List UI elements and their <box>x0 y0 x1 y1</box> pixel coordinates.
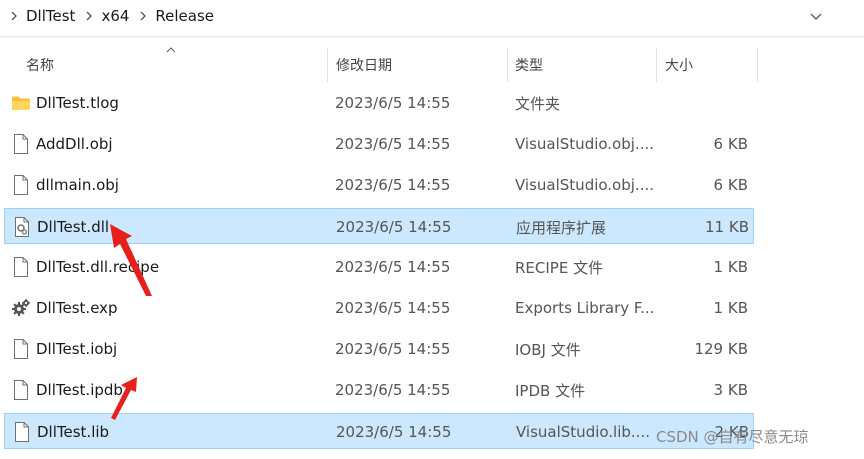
column-header-name[interactable]: 名称 <box>26 46 322 84</box>
file-type: VisualStudio.lib.... <box>516 423 650 441</box>
column-divider[interactable] <box>656 48 657 82</box>
file-icon <box>10 167 32 203</box>
file-name: DllTest.dll <box>37 218 110 236</box>
file-type: Exports Library F... <box>515 299 655 317</box>
table-row[interactable]: dllmain.obj 2023/6/5 14:55 VisualStudio.… <box>4 167 754 203</box>
file-name: DllTest.dll.recipe <box>36 258 160 276</box>
chevron-right-icon[interactable] <box>4 11 26 21</box>
file-type: IPDB 文件 <box>515 381 586 400</box>
file-name: AddDll.obj <box>36 135 113 153</box>
red-arrow-annotation-icon <box>110 224 152 296</box>
file-date: 2023/6/5 14:55 <box>335 258 451 276</box>
column-header-date[interactable]: 修改日期 <box>336 46 502 84</box>
file-size: 1 KB <box>713 299 748 317</box>
chevron-right-icon[interactable] <box>75 11 101 21</box>
gears-icon <box>10 290 32 326</box>
file-icon <box>10 249 32 285</box>
file-date: 2023/6/5 14:55 <box>336 218 452 236</box>
red-arrow-annotation-icon <box>111 377 137 420</box>
column-header-type[interactable]: 类型 <box>515 46 651 84</box>
breadcrumb: DllTest x64 Release <box>4 4 214 28</box>
file-name: DllTest.iobj <box>36 340 118 358</box>
file-icon <box>10 372 32 408</box>
file-date: 2023/6/5 14:55 <box>335 176 451 194</box>
file-size: 3 KB <box>713 381 748 399</box>
file-icon <box>10 331 32 367</box>
chevron-down-icon[interactable] <box>808 8 824 24</box>
file-size: 11 KB <box>705 218 749 236</box>
file-date: 2023/6/5 14:55 <box>335 340 451 358</box>
file-type: RECIPE 文件 <box>515 258 604 277</box>
file-type: VisualStudio.obj.... <box>515 176 654 194</box>
file-name: DllTest.lib <box>37 423 110 441</box>
file-type: IOBJ 文件 <box>515 340 581 359</box>
chevron-right-icon[interactable] <box>129 11 155 21</box>
file-icon <box>10 126 32 162</box>
column-divider[interactable] <box>327 48 328 82</box>
table-row[interactable]: DllTest.iobj 2023/6/5 14:55 IOBJ 文件 129 … <box>4 331 754 367</box>
file-size: 129 KB <box>694 340 748 358</box>
column-header-row: 名称 修改日期 类型 大小 <box>0 46 760 84</box>
table-row[interactable]: AddDll.obj 2023/6/5 14:55 VisualStudio.o… <box>4 126 754 162</box>
file-size: 6 KB <box>713 135 748 153</box>
breadcrumb-x64[interactable]: x64 <box>101 7 129 25</box>
column-header-size[interactable]: 大小 <box>665 46 751 84</box>
file-date: 2023/6/5 14:55 <box>335 381 451 399</box>
divider <box>0 36 864 37</box>
file-type: 应用程序扩展 <box>516 218 607 237</box>
column-divider[interactable] <box>757 48 758 82</box>
address-bar[interactable]: DllTest x64 Release <box>0 0 864 34</box>
file-icon <box>11 414 33 450</box>
file-date: 2023/6/5 14:55 <box>335 94 451 112</box>
table-row[interactable]: DllTest.tlog 2023/6/5 14:55 文件夹 <box>4 85 754 121</box>
file-size: 6 KB <box>713 176 748 194</box>
file-name: DllTest.tlog <box>36 94 119 112</box>
breadcrumb-release[interactable]: Release <box>155 7 214 25</box>
dll-gear-file-icon <box>11 209 33 245</box>
watermark: CSDN @自有尽意无琼 <box>656 428 809 446</box>
file-size <box>664 85 748 121</box>
file-type: VisualStudio.obj.... <box>515 135 654 153</box>
file-type: 文件夹 <box>515 94 561 113</box>
file-date: 2023/6/5 14:55 <box>335 135 451 153</box>
folder-icon <box>10 85 32 121</box>
file-name: DllTest.exp <box>36 299 118 317</box>
file-date: 2023/6/5 14:55 <box>336 423 452 441</box>
breadcrumb-dlltest[interactable]: DllTest <box>26 7 75 25</box>
file-size: 1 KB <box>713 258 748 276</box>
file-date: 2023/6/5 14:55 <box>335 299 451 317</box>
column-divider[interactable] <box>507 48 508 82</box>
file-name: dllmain.obj <box>36 176 119 194</box>
file-name: DllTest.ipdb <box>36 381 123 399</box>
